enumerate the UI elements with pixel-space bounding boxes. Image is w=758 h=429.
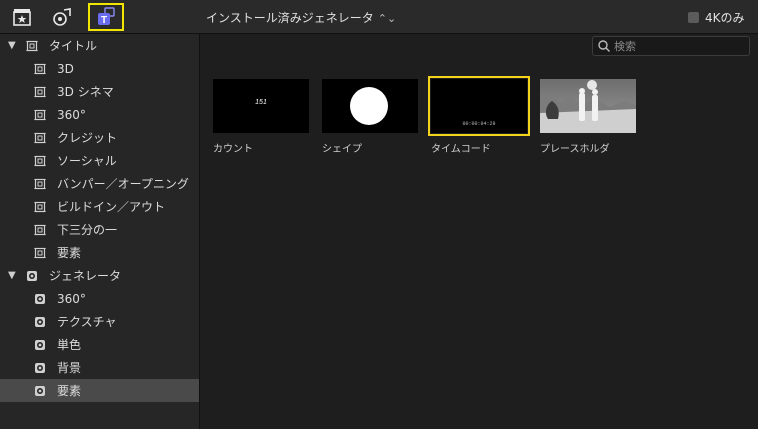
4k-only-label: 4Kのみ <box>705 11 745 25</box>
thumbnail-placeholder[interactable] <box>540 79 636 133</box>
popup-label: インストール済みジェネレータ <box>206 11 374 25</box>
sidebar-item-title[interactable]: 要素 <box>0 241 199 264</box>
chevron-updown-icon: ⌃⌄ <box>377 12 397 25</box>
sidebar-item-generator[interactable]: テクスチャ <box>0 310 199 333</box>
photos-icon[interactable] <box>10 5 34 29</box>
sidebar-item-generator[interactable]: 要素 <box>0 379 199 402</box>
sidebar-item-label: 単色 <box>57 338 82 352</box>
sidebar-item-label: クレジット <box>57 131 118 145</box>
title-icon <box>34 247 46 259</box>
disclosure-triangle-icon[interactable]: ▼ <box>8 270 16 281</box>
title-icon <box>34 109 46 121</box>
sidebar-item-label: 要素 <box>57 246 82 260</box>
thumbnail-label: カウント <box>213 144 253 155</box>
placeholder-people-image <box>540 79 636 133</box>
sidebar-item-label: 3D シネマ <box>57 85 114 99</box>
sidebar-item-label: ジェネレータ <box>49 269 122 283</box>
title-icon <box>34 178 46 190</box>
sidebar-item-label: ビルドイン／アウト <box>57 200 166 214</box>
sidebar-item-label: 背景 <box>57 361 82 375</box>
generator-category-popup[interactable]: インストール済みジェネレータ ⌃⌄ <box>206 9 396 26</box>
sidebar-item-generator[interactable]: 背景 <box>0 356 199 379</box>
timecode-overlay-text: 00:00:04:29 <box>462 121 496 127</box>
sidebar-item-title[interactable]: 下三分の一 <box>0 218 199 241</box>
sidebar-item-title[interactable]: 360° <box>0 103 199 126</box>
generator-icon <box>26 270 38 282</box>
generator-icon <box>34 316 46 328</box>
sidebar-item-generator[interactable]: 360° <box>0 287 199 310</box>
browser-toolbar: T インストール済みジェネレータ ⌃⌄ 4Kのみ <box>0 0 758 34</box>
search-icon <box>598 40 610 52</box>
title-icon <box>34 224 46 236</box>
sidebar-group-generators[interactable]: ▼ ジェネレータ <box>0 264 199 287</box>
disclosure-triangle-icon[interactable]: ▼ <box>8 40 16 51</box>
sidebar-item-label: 3D <box>57 61 74 76</box>
sidebar-item-label: 下三分の一 <box>57 223 118 237</box>
sidebar-item-title[interactable]: 3D シネマ <box>0 80 199 103</box>
checkbox-box[interactable] <box>688 12 699 23</box>
title-icon <box>34 132 46 144</box>
sidebar-item-label: 360° <box>57 107 86 122</box>
sidebar-item-title[interactable]: ソーシャル <box>0 149 199 172</box>
thumbnail-label: プレースホルダ <box>540 144 610 155</box>
white-circle-shape <box>350 87 388 125</box>
sidebar-item-label: ソーシャル <box>57 154 117 168</box>
sidebar-item-title[interactable]: 3D <box>0 57 199 80</box>
sidebar-item-title[interactable]: バンパー／オープニング <box>0 172 199 195</box>
thumbnail-shape[interactable] <box>322 79 418 133</box>
generator-icon <box>34 385 46 397</box>
sidebar-item-label: 要素 <box>57 384 82 398</box>
title-icon <box>34 155 46 167</box>
sidebar-item-label: 360° <box>57 291 86 306</box>
thumbnail-count[interactable]: 151 <box>213 79 309 133</box>
generator-icon <box>34 362 46 374</box>
title-icon <box>26 40 38 52</box>
svg-text:T: T <box>101 15 107 26</box>
generator-icon <box>34 293 46 305</box>
title-icon <box>34 201 46 213</box>
search-field[interactable]: 検索 <box>592 36 750 56</box>
music-icon[interactable] <box>50 5 74 29</box>
sidebar-item-title[interactable]: ビルドイン／アウト <box>0 195 199 218</box>
thumbnail-timecode[interactable]: 00:00:04:29 <box>428 76 530 136</box>
thumbnail-label: タイムコード <box>431 144 491 155</box>
sidebar-item-label: テクスチャ <box>57 315 117 329</box>
titles-generators-icon[interactable]: T <box>94 5 118 29</box>
count-overlay-text: 151 <box>255 99 267 106</box>
generator-icon <box>34 339 46 351</box>
search-placeholder: 検索 <box>614 40 636 53</box>
title-icon <box>34 63 46 75</box>
sidebar-item-label: バンパー／オープニング <box>57 177 189 191</box>
title-icon <box>34 86 46 98</box>
sidebar-group-titles[interactable]: ▼ タイトル <box>0 34 199 57</box>
4k-only-checkbox[interactable]: 4Kのみ <box>688 9 745 26</box>
thumbnail-label: シェイプ <box>322 144 362 155</box>
sidebar-item-label: タイトル <box>49 39 98 53</box>
sidebar-item-generator[interactable]: 単色 <box>0 333 199 356</box>
sidebar: ▼ タイトル 3D 3D シネマ 360° クレジットソーシャルバンパー／オープニング ビル… <box>0 34 200 429</box>
sidebar-item-title[interactable]: クレジット <box>0 126 199 149</box>
